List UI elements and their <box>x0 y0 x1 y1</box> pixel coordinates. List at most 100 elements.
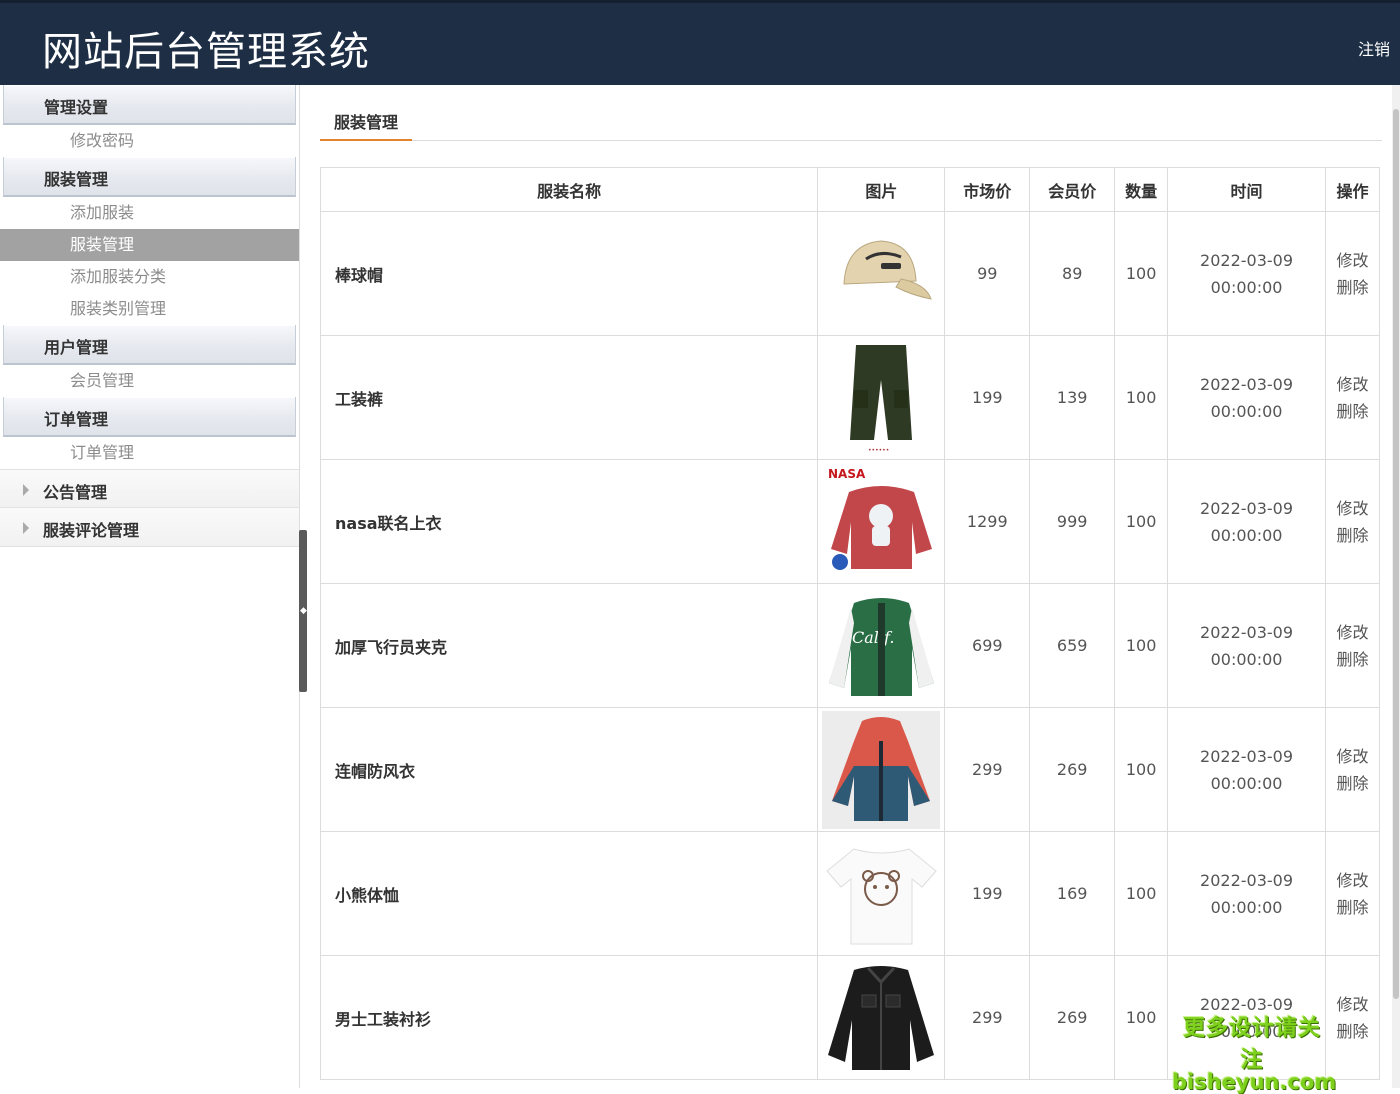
delete-link[interactable]: 删除 <box>1336 278 1368 297</box>
sidebar-item-members[interactable]: 会员管理 <box>0 365 299 397</box>
cell-market-price: 199 <box>944 831 1031 956</box>
cell-market-price: 1299 <box>944 459 1031 584</box>
table-row: nasa联名上衣 NASA 1299 999 100 2022-03-09 00:00:00… <box>319 459 1381 584</box>
col-header-quantity[interactable]: 数量 <box>1114 167 1169 212</box>
cell-actions: 修改 删除 <box>1324 583 1381 708</box>
cell-image <box>817 211 946 336</box>
edit-link[interactable]: 修改 <box>1336 499 1368 518</box>
sidebar-resize-handle[interactable]: ◆ <box>299 530 307 692</box>
cell-market-price: 199 <box>944 335 1031 460</box>
delete-link[interactable]: 删除 <box>1336 402 1368 421</box>
cell-clock: 00:00:00 <box>1210 897 1283 917</box>
table-row: 棒球帽 99 89 100 2022-03-09 00:00:00 修改 删除 <box>319 211 1381 336</box>
col-header-market-price[interactable]: 市场价 <box>944 167 1031 212</box>
col-header-image[interactable]: 图片 <box>817 167 946 212</box>
edit-link[interactable]: 修改 <box>1336 375 1368 394</box>
tab-clothing-manage[interactable]: 服装管理 <box>320 109 412 141</box>
baseball-cap-icon <box>821 215 941 333</box>
cell-name: nasa联名上衣 <box>319 459 819 584</box>
edit-link[interactable]: 修改 <box>1336 251 1368 270</box>
chevron-right-icon <box>23 484 29 496</box>
col-header-time[interactable]: 时间 <box>1167 167 1326 212</box>
table-row: 加厚飞行员夹克 Calif. 699 659 100 2022-03-09 00:00:00… <box>319 583 1381 708</box>
cell-member-price: 169 <box>1029 831 1116 956</box>
sweatshirt-icon: NASA <box>821 463 941 581</box>
cell-actions: 修改 删除 <box>1324 707 1381 832</box>
sidebar-group-clothing[interactable]: 服装管理 <box>3 157 296 197</box>
windbreaker-icon <box>821 710 941 829</box>
logout-link[interactable]: 注销 <box>1358 36 1390 60</box>
scrollbar-thumb[interactable] <box>1393 109 1399 999</box>
cell-image: •••••• <box>817 335 946 460</box>
cell-member-price: 269 <box>1029 707 1116 832</box>
cell-actions: 修改 删除 <box>1324 211 1381 336</box>
clothing-table: 服装名称 图片 市场价 会员价 数量 时间 操作 棒球帽 99 89 100 2022-… <box>319 167 1381 1080</box>
cell-name: 连帽防风衣 <box>319 707 819 832</box>
sidebar-group-comments[interactable]: 服装评论管理 <box>0 508 299 547</box>
cell-quantity: 100 <box>1114 211 1169 336</box>
cell-quantity: 100 <box>1114 583 1169 708</box>
cell-market-price: 699 <box>944 583 1031 708</box>
sidebar-group-orders[interactable]: 订单管理 <box>3 397 296 437</box>
cell-clock: 00:00:00 <box>1210 277 1283 297</box>
table-row: 小熊体恤 199 169 100 2022-03-09 00:00:00 修改 删除 <box>319 831 1381 956</box>
cell-time: 2022-03-09 00:00:00 <box>1167 831 1326 956</box>
cell-actions: 修改 删除 <box>1324 831 1381 956</box>
table-row: 工装裤 •••••• 199 139 100 2022-03-09 00:00:00 修改 删… <box>319 335 1381 460</box>
cell-name: 小熊体恤 <box>319 831 819 956</box>
sidebar-item-orders[interactable]: 订单管理 <box>0 437 299 469</box>
edit-link[interactable]: 修改 <box>1336 995 1368 1014</box>
cell-date: 2022-03-09 <box>1200 622 1294 642</box>
cargo-pants-icon: •••••• <box>821 339 941 457</box>
cell-member-price: 659 <box>1029 583 1116 708</box>
sidebar-item-clothing-manage[interactable]: 服装管理 <box>0 229 299 261</box>
col-header-member-price[interactable]: 会员价 <box>1029 167 1116 212</box>
delete-link[interactable]: 删除 <box>1336 898 1368 917</box>
svg-text:••••••: •••••• <box>868 447 889 454</box>
col-header-actions[interactable]: 操作 <box>1324 167 1381 212</box>
cell-quantity: 100 <box>1114 955 1169 1080</box>
sidebar: 管理设置 修改密码 服装管理 添加服装 服装管理 添加服装分类 服装类别管理 用… <box>0 85 300 1088</box>
cell-name: 加厚飞行员夹克 <box>319 583 819 708</box>
edit-link[interactable]: 修改 <box>1336 747 1368 766</box>
cell-clock: 00:00:00 <box>1210 401 1283 421</box>
cell-date: 2022-03-09 <box>1200 250 1294 270</box>
sidebar-item-category-manage[interactable]: 服装类别管理 <box>0 293 299 325</box>
delete-link[interactable]: 删除 <box>1336 774 1368 793</box>
cell-image: NASA <box>817 459 946 584</box>
tab-bar: 服装管理 <box>320 85 1382 141</box>
cell-market-price: 299 <box>944 707 1031 832</box>
cell-member-price: 89 <box>1029 211 1116 336</box>
sidebar-item-change-password[interactable]: 修改密码 <box>0 125 299 157</box>
col-header-name[interactable]: 服装名称 <box>319 167 819 212</box>
cell-date: 2022-03-09 <box>1200 870 1294 890</box>
work-shirt-icon <box>821 959 941 1077</box>
cell-time: 2022-03-09 00:00:00 <box>1167 335 1326 460</box>
sidebar-group-users[interactable]: 用户管理 <box>3 325 296 365</box>
sidebar-item-add-clothing[interactable]: 添加服装 <box>0 197 299 229</box>
cell-quantity: 100 <box>1114 707 1169 832</box>
edit-link[interactable]: 修改 <box>1336 871 1368 890</box>
table-header-row: 服装名称 图片 市场价 会员价 数量 时间 操作 <box>319 167 1381 212</box>
page-scrollbar[interactable] <box>1392 85 1400 1088</box>
sidebar-group-announcements[interactable]: 公告管理 <box>0 469 299 508</box>
cell-name: 男士工装衬衫 <box>319 955 819 1080</box>
site-title: 网站后台管理系统 <box>42 29 370 75</box>
cell-market-price: 299 <box>944 955 1031 1080</box>
sidebar-item-add-category[interactable]: 添加服装分类 <box>0 261 299 293</box>
cell-date: 2022-03-09 <box>1200 498 1294 518</box>
cell-actions: 修改 删除 <box>1324 459 1381 584</box>
sidebar-group-settings[interactable]: 管理设置 <box>3 85 296 125</box>
cell-time: 2022-03-09 00:00:00 <box>1167 459 1326 584</box>
cell-image <box>817 831 946 956</box>
cell-member-price: 139 <box>1029 335 1116 460</box>
grip-icon: ◆ <box>300 606 307 616</box>
cell-image: Calif. <box>817 583 946 708</box>
edit-link[interactable]: 修改 <box>1336 623 1368 642</box>
cell-time: 2022-03-09 00:00:00 <box>1167 211 1326 336</box>
delete-link[interactable]: 删除 <box>1336 526 1368 545</box>
main-content: 服装管理 服装名称 图片 市场价 会员价 数量 时间 操作 棒球帽 99 89 100… <box>319 85 1382 1088</box>
delete-link[interactable]: 删除 <box>1336 650 1368 669</box>
delete-link[interactable]: 删除 <box>1336 1022 1368 1041</box>
cell-member-price: 269 <box>1029 955 1116 1080</box>
